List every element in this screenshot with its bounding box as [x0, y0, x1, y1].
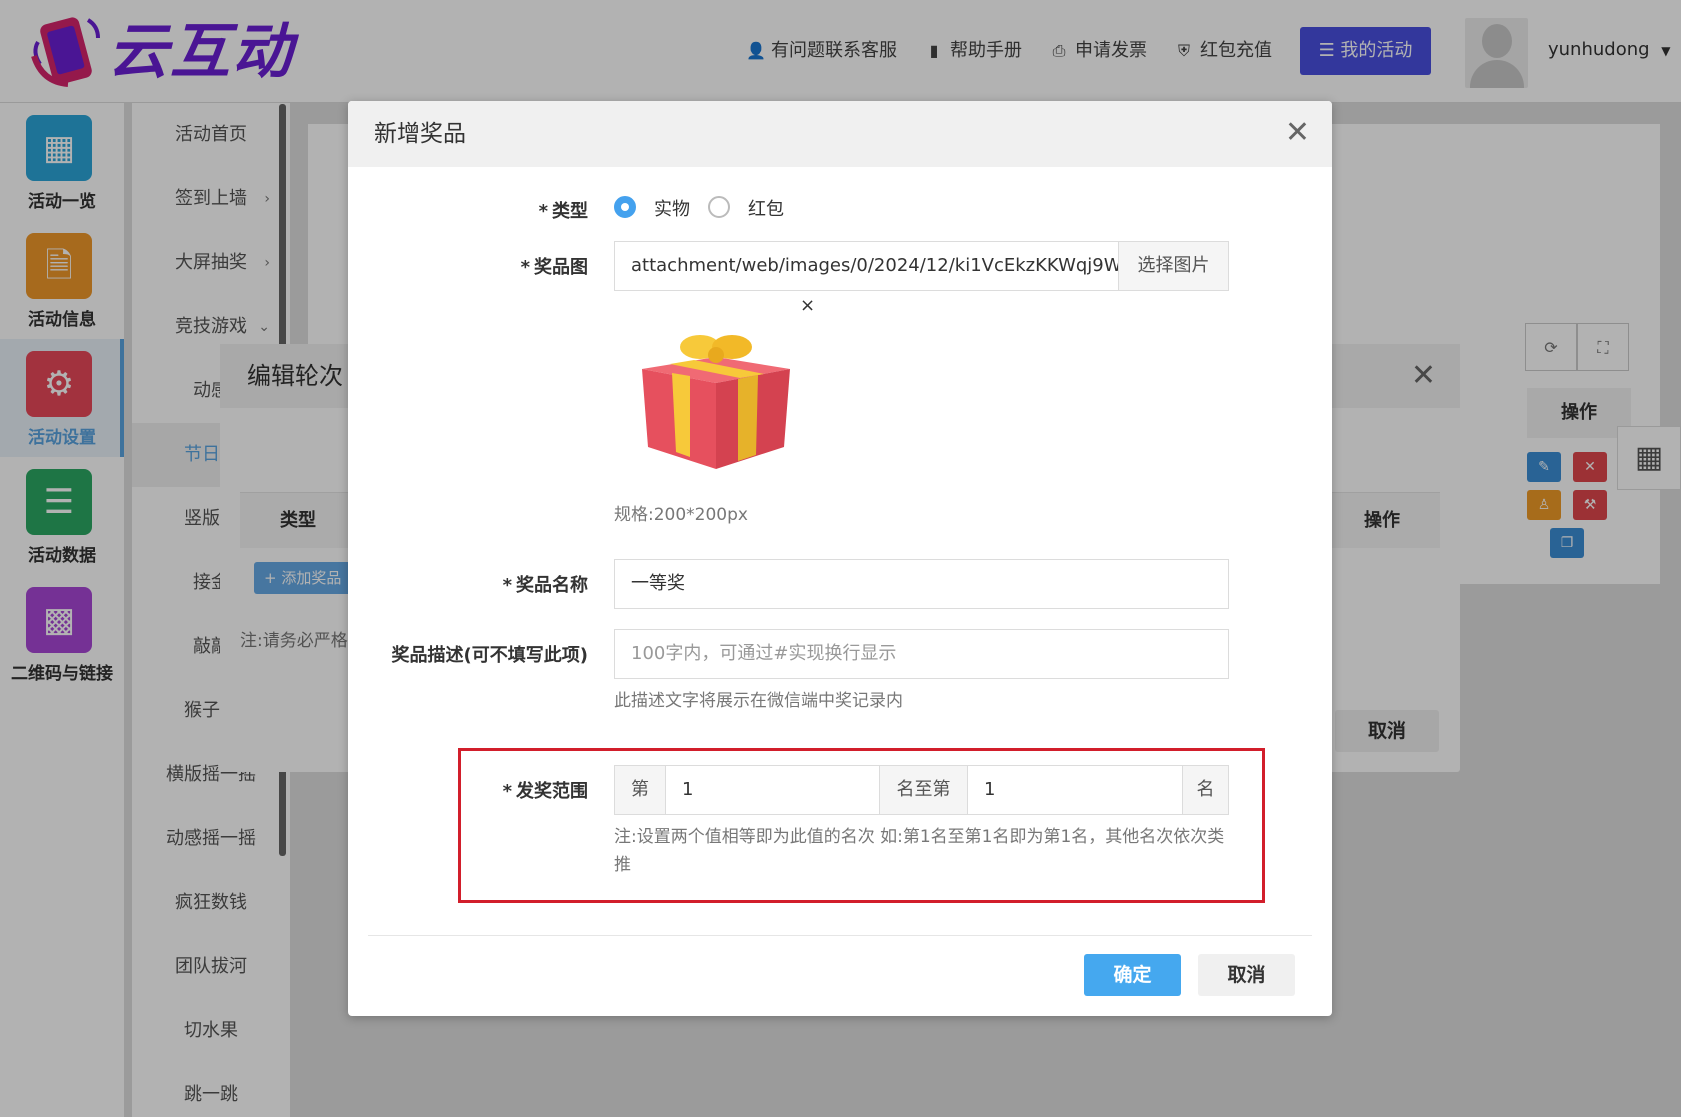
- prize-desc-hint: 此描述文字将展示在微信端中奖记录内: [614, 691, 903, 711]
- gift-image: [634, 317, 796, 477]
- prize-desc-input[interactable]: 100字内，可通过#实现换行显示: [614, 629, 1229, 679]
- radio-physical[interactable]: [614, 196, 636, 218]
- cancel-button[interactable]: 取消: [1198, 954, 1295, 996]
- radio-physical-label: 实物: [654, 199, 690, 220]
- prize-image-path-field[interactable]: attachment/web/images/0/2024/12/ki1VcEkz…: [614, 241, 1119, 291]
- image-spec-hint: 规格:200*200px: [614, 505, 748, 525]
- radio-redpacket-label: 红包: [748, 199, 784, 220]
- select-image-button[interactable]: 选择图片: [1118, 241, 1229, 291]
- add-prize-dialog: 新增奖品 ✕ * 类型 实物 红包 * 奖品图 attachment/web/ima…: [348, 101, 1332, 1016]
- prize-desc-label: 奖品描述(可不填写此项): [391, 645, 588, 666]
- confirm-button[interactable]: 确定: [1084, 954, 1181, 996]
- range-note: 注:设置两个值相等即为此值的名次 如:第1名至第1名即为第1名，其他名次依次类推: [614, 827, 1225, 875]
- range-to-input[interactable]: 1: [967, 765, 1183, 815]
- remove-image-icon[interactable]: ×: [800, 295, 815, 316]
- radio-redpacket[interactable]: [708, 196, 730, 218]
- close-icon[interactable]: ✕: [1285, 115, 1310, 151]
- range-from-input[interactable]: 1: [665, 765, 880, 815]
- range-middle: 名至第: [879, 765, 968, 815]
- range-suffix: 名: [1182, 765, 1229, 815]
- type-label: * 类型: [538, 201, 588, 222]
- prize-name-label: * 奖品名称: [502, 575, 588, 596]
- award-range-label: * 发奖范围: [502, 781, 588, 802]
- dialog-title: 新增奖品: [374, 121, 466, 147]
- dialog-header: 新增奖品 ✕: [348, 101, 1332, 167]
- prize-image-label: * 奖品图: [520, 257, 588, 278]
- footer-divider: [368, 935, 1312, 936]
- prize-name-input[interactable]: 一等奖: [614, 559, 1229, 609]
- range-prefix: 第: [614, 765, 666, 815]
